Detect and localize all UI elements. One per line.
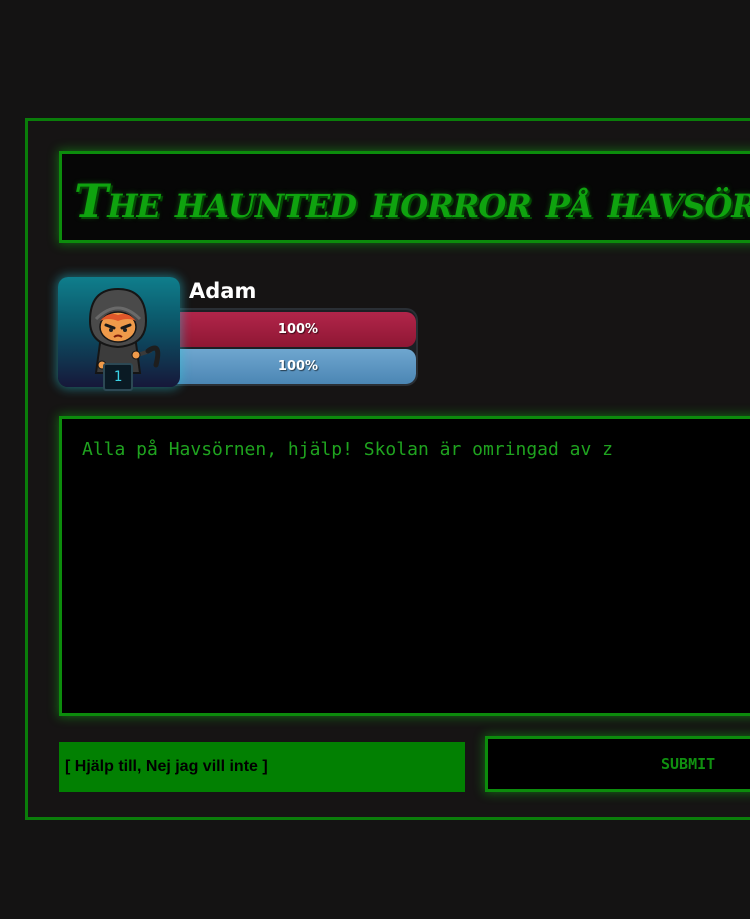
level-badge: 1 (103, 363, 133, 391)
energy-bar: 100% (170, 349, 416, 384)
health-value: 100% (277, 322, 319, 337)
submit-button[interactable]: SUBMIT (485, 736, 750, 792)
story-text-box: Alla på Havsörnen, hjälp! Skolan är omri… (59, 416, 750, 716)
health-bar: 100% (170, 312, 416, 347)
title-banner: The haunted horror på havsörnen (59, 151, 750, 243)
story-text: Alla på Havsörnen, hjälp! Skolan är omri… (82, 439, 614, 460)
game-title: The haunted horror på havsörnen (74, 174, 750, 228)
energy-value: 100% (277, 359, 319, 374)
player-name: Adam (189, 279, 257, 303)
player-avatar: 1 (58, 277, 180, 391)
player-stat-bars: 100% 100% (170, 308, 418, 386)
answer-input[interactable] (59, 742, 465, 792)
